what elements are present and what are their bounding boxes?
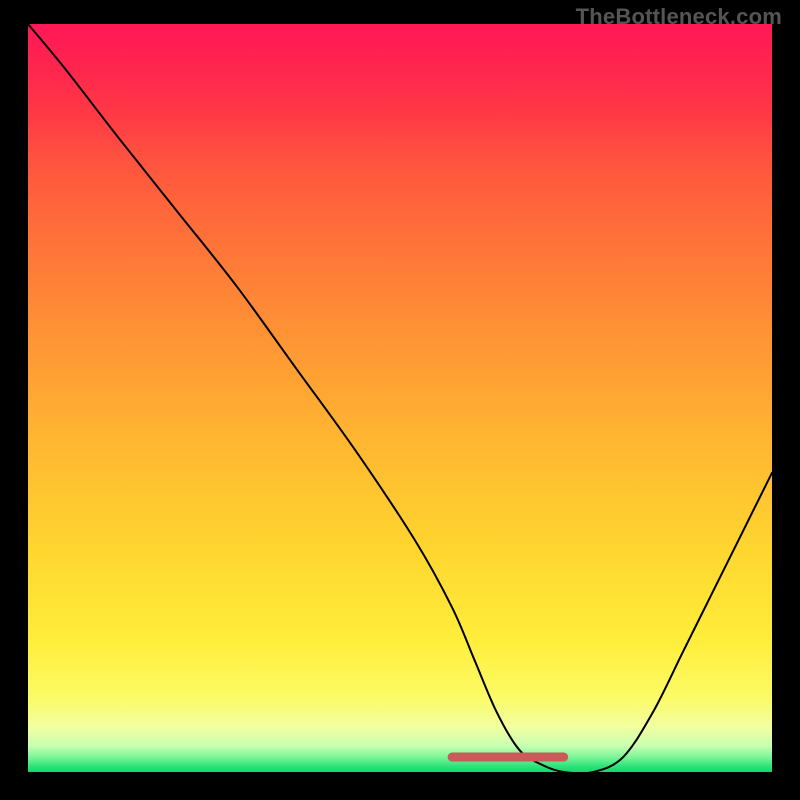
plot-area xyxy=(28,24,772,772)
curve-svg xyxy=(28,24,772,772)
chart-frame: TheBottleneck.com xyxy=(0,0,800,800)
watermark-text: TheBottleneck.com xyxy=(576,4,782,30)
bottleneck-curve xyxy=(28,24,772,772)
